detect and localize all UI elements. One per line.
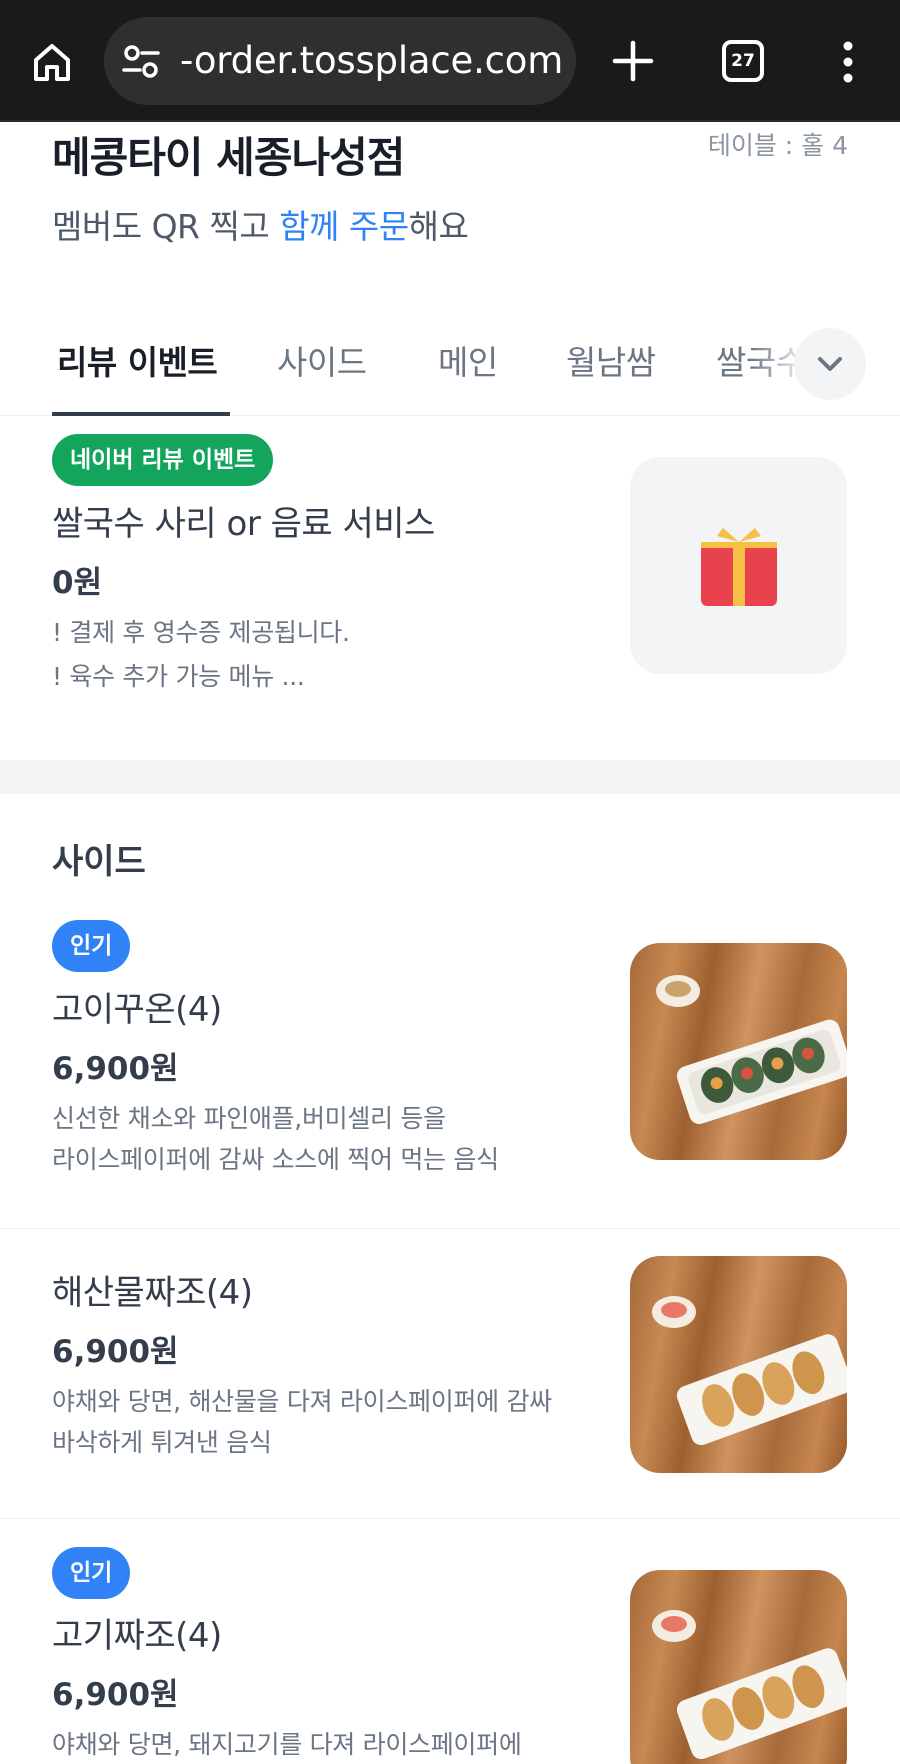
item-desc-line1: 야채와 당면, 돼지고기를 다져 라이스페이퍼에	[52, 1730, 522, 1759]
item-price: 6,900원	[52, 1677, 179, 1713]
row-divider	[0, 1228, 900, 1229]
item-desc-line1: 야채와 당면, 해산물을 다져 라이스페이퍼에 감싸	[52, 1387, 552, 1416]
item-desc-line2: ! 육수 추가 가능 메뉴 ...	[52, 662, 305, 691]
browser-toolbar: -order.tossplace.com 27	[0, 0, 900, 122]
url-text[interactable]: -order.tossplace.com	[180, 37, 563, 85]
food-photo	[652, 1610, 847, 1760]
item-image	[630, 1570, 847, 1764]
item-desc-line1: 신선한 채소와 파인애플,버미셀리 등을	[52, 1104, 446, 1133]
address-bar[interactable]: -order.tossplace.com	[104, 17, 576, 105]
table-info: 테이블 : 홀 4	[707, 131, 848, 160]
item-image	[630, 943, 847, 1160]
item-price: 6,900원	[52, 1051, 179, 1087]
subtitle-suffix: 해요	[408, 207, 469, 246]
gift-icon	[700, 527, 777, 606]
item-name: 고기짜조(4)	[52, 1616, 222, 1656]
tab-review-event[interactable]: 리뷰 이벤트	[57, 336, 218, 384]
site-settings-icon[interactable]	[122, 43, 160, 79]
item-image	[630, 457, 847, 674]
category-tabs: 리뷰 이벤트 사이드 메인 월남쌈 쌀국수	[0, 326, 900, 416]
item-name: 고이꾸온(4)	[52, 990, 222, 1030]
popular-badge: 인기	[52, 920, 131, 972]
chevron-down-icon	[818, 357, 842, 371]
food-photo	[652, 1296, 847, 1446]
item-price: 6,900원	[52, 1334, 179, 1370]
popular-badge: 인기	[52, 1547, 131, 1599]
active-tab-indicator	[52, 412, 230, 416]
event-badge: 네이버 리뷰 이벤트	[52, 434, 274, 486]
tab-spring-roll[interactable]: 월남쌈	[566, 336, 656, 384]
section-title: 사이드	[52, 842, 146, 882]
food-photo	[656, 975, 847, 1125]
item-desc-line1: ! 결제 후 영수증 제공됩니다.	[52, 618, 350, 647]
tab-count: 27	[731, 51, 755, 71]
item-name: 쌀국수 사리 or 음료 서비스	[52, 504, 435, 544]
item-name: 해산물짜조(4)	[52, 1273, 253, 1313]
subtitle: 멤버도 QR 찍고 함께 주문해요	[52, 200, 469, 248]
section-divider	[0, 760, 900, 794]
item-desc-line2: 라이스페이퍼에 감싸 소스에 찍어 먹는 음식	[52, 1145, 499, 1174]
subtitle-prefix: 멤버도 QR 찍고	[52, 207, 280, 246]
new-tab-icon[interactable]	[612, 40, 654, 82]
tab-side[interactable]: 사이드	[277, 336, 367, 384]
tab-main[interactable]: 메인	[438, 336, 498, 384]
tab-switcher-icon[interactable]: 27	[722, 40, 764, 82]
home-icon[interactable]	[30, 40, 74, 84]
more-menu-icon[interactable]	[840, 40, 856, 84]
subtitle-highlight[interactable]: 함께 주문	[279, 207, 409, 246]
row-divider	[0, 1518, 900, 1519]
store-name: 메콩타이 세종나성점	[52, 133, 405, 182]
item-desc-line2: 바삭하게 튀겨낸 음식	[52, 1428, 272, 1457]
category-expand-button[interactable]	[794, 328, 866, 400]
item-price: 0원	[52, 565, 103, 601]
item-image	[630, 1256, 847, 1473]
